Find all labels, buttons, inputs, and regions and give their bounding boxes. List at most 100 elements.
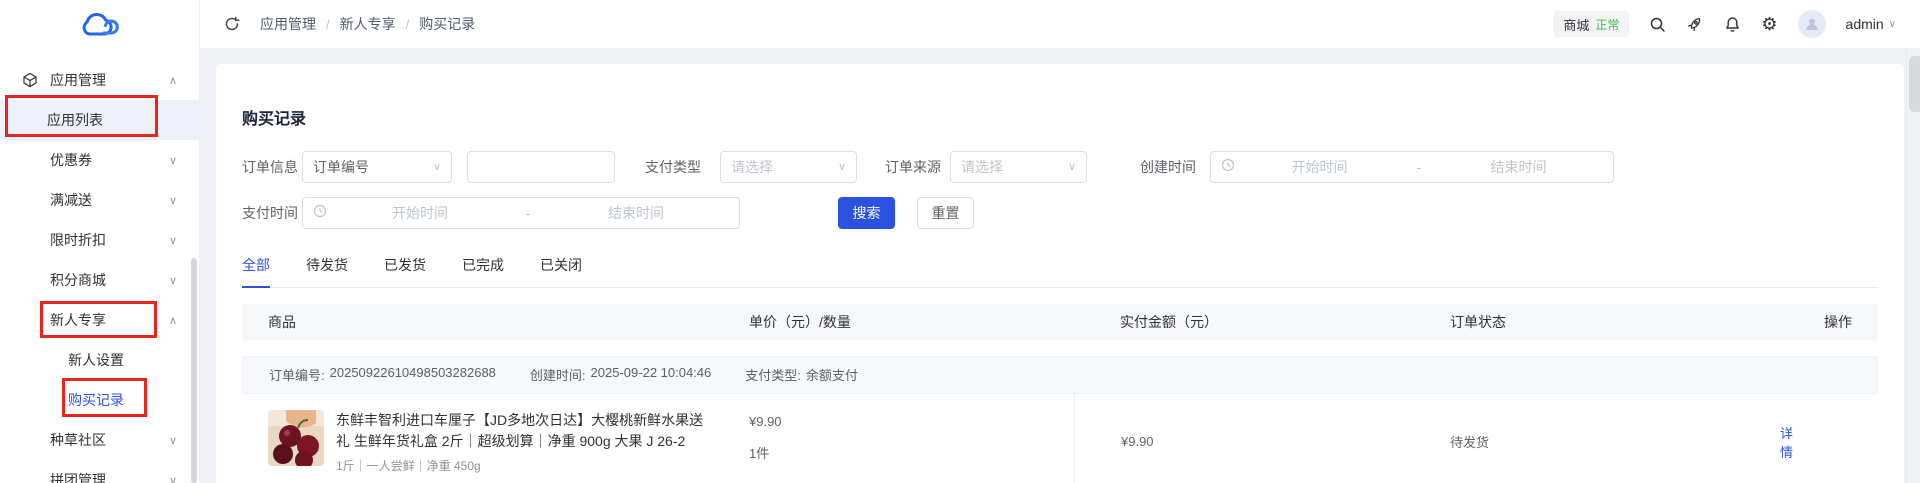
sidebar-item-group-buy[interactable]: 拼团管理 ∨	[0, 460, 199, 483]
content-card: 购买记录 订单信息 订单编号 ∨ 支付类型 请选择 ∨ 订单来源 请选择 ∨ 创…	[216, 64, 1904, 483]
column-order-status: 订单状态	[1450, 312, 1780, 332]
sidebar-item-full-discount[interactable]: 满减送 ∨	[0, 180, 199, 220]
shop-name: 商城	[1563, 15, 1589, 34]
sidebar-item-label: 限时折扣	[50, 230, 106, 250]
chevron-down-icon: ∨	[169, 234, 177, 247]
shop-status-badge[interactable]: 商城 正常	[1553, 11, 1629, 37]
sidebar-item-coupons[interactable]: 优惠券 ∨	[0, 140, 199, 180]
order-keyword-input[interactable]	[467, 151, 615, 183]
chevron-down-icon: ∨	[169, 274, 177, 287]
tab-shipped[interactable]: 已发货	[384, 255, 426, 287]
sidebar-item-flash-sale[interactable]: 限时折扣 ∨	[0, 220, 199, 260]
unit-price: ¥9.90	[749, 414, 1074, 429]
sidebar-item-label: 满减送	[50, 190, 92, 210]
tab-to-ship[interactable]: 待发货	[306, 255, 348, 287]
sidebar-item-purchase-records[interactable]: 购买记录	[0, 380, 199, 420]
sidebar-item-community[interactable]: 种草社区 ∨	[0, 420, 199, 460]
create-time-range-picker[interactable]: 开始时间 - 结束时间	[1210, 151, 1614, 183]
order-source-select[interactable]: 请选择 ∨	[950, 151, 1087, 183]
gear-icon[interactable]: ⚙	[1761, 15, 1777, 33]
sidebar: 应用管理 ∧ 应用列表 优惠券 ∨ 满减送 ∨ 限时折扣 ∨ 积分商城 ∨	[0, 0, 200, 483]
clock-icon	[313, 204, 327, 221]
status-badge: 正常	[1595, 16, 1619, 33]
tab-completed[interactable]: 已完成	[462, 255, 504, 287]
end-time-placeholder: 结束时间	[1434, 157, 1603, 177]
order-status-cell: 待发货	[1450, 394, 1780, 483]
select-placeholder: 请选择	[961, 157, 1003, 177]
screen: 应用管理 ∧ 应用列表 优惠券 ∨ 满减送 ∨ 限时折扣 ∨ 积分商城 ∨	[0, 0, 1920, 483]
column-unit-price-qty: 单价（元）/数量	[749, 312, 1074, 332]
chevron-down-icon: ∨	[838, 160, 846, 173]
sidebar-item-app-list[interactable]: 应用列表	[0, 100, 199, 140]
product-cell: 东鲜丰智利进口车厘子【JD多地次日达】大樱桃新鲜水果送礼 生鲜年货礼盒 2斤｜超…	[268, 394, 749, 483]
search-icon[interactable]	[1649, 16, 1666, 33]
order-info-type-select[interactable]: 订单编号 ∨	[302, 151, 452, 183]
logo[interactable]	[0, 0, 199, 54]
quantity: 1件	[749, 443, 1074, 462]
column-paid-amount: 实付金额（元）	[1074, 312, 1450, 332]
breadcrumb-separator: /	[326, 17, 330, 32]
clock-icon	[1221, 158, 1235, 175]
order-no-label: 订单编号:	[269, 365, 325, 384]
tab-all[interactable]: 全部	[242, 255, 270, 287]
created-label: 创建时间:	[530, 365, 586, 384]
rocket-icon[interactable]	[1686, 15, 1704, 33]
table-header: 商品 单价（元）/数量 实付金额（元） 订单状态 操作	[242, 304, 1878, 340]
product-spec: 1斤｜一人尝鲜｜净重 450g	[336, 457, 709, 474]
user-menu[interactable]: admin ∨	[1846, 16, 1896, 32]
sidebar-item-label: 种草社区	[50, 430, 106, 450]
sidebar-item-label: 新人设置	[68, 350, 124, 370]
tab-closed[interactable]: 已关闭	[540, 255, 582, 287]
column-actions: 操作	[1780, 312, 1878, 332]
page-scrollbar-thumb[interactable]	[1909, 56, 1920, 112]
sidebar-item-newcomer-settings[interactable]: 新人设置	[0, 340, 199, 380]
pay-type-meta-value: 余额支付	[806, 365, 858, 384]
unit-price-cell: ¥9.90 1件	[749, 394, 1074, 483]
breadcrumb: 应用管理 / 新人专享 / 购买记录	[260, 14, 475, 34]
avatar[interactable]	[1798, 10, 1826, 38]
sidebar-item-label: 购买记录	[68, 390, 124, 410]
product-title[interactable]: 东鲜丰智利进口车厘子【JD多地次日达】大樱桃新鲜水果送礼 生鲜年货礼盒 2斤｜超…	[336, 410, 709, 452]
actions-cell: 详情	[1780, 394, 1883, 483]
breadcrumb-item[interactable]: 新人专享	[340, 14, 396, 34]
sidebar-scrollbar[interactable]	[191, 258, 197, 483]
order-info-label: 订单信息	[242, 157, 302, 177]
sidebar-item-label: 应用管理	[50, 70, 106, 90]
detail-link[interactable]: 详情	[1780, 423, 1793, 461]
sidebar-item-label: 积分商城	[50, 270, 106, 290]
reset-button[interactable]: 重置	[917, 197, 974, 229]
pay-type-meta-label: 支付类型:	[745, 365, 801, 384]
product-image[interactable]	[268, 410, 324, 466]
sidebar-menu: 应用管理 ∧ 应用列表 优惠券 ∨ 满减送 ∨ 限时折扣 ∨ 积分商城 ∨	[0, 60, 199, 483]
create-time-label: 创建时间	[1140, 157, 1200, 177]
chevron-up-icon: ∧	[169, 314, 177, 327]
chevron-up-icon: ∧	[169, 74, 177, 87]
sidebar-item-points-mall[interactable]: 积分商城 ∨	[0, 260, 199, 300]
sidebar-item-newcomer[interactable]: 新人专享 ∧	[0, 300, 199, 340]
username: admin	[1846, 16, 1884, 32]
chevron-down-icon: ∨	[169, 154, 177, 167]
start-time-placeholder: 开始时间	[1235, 157, 1404, 177]
bell-icon[interactable]	[1724, 16, 1741, 33]
search-button[interactable]: 搜索	[838, 197, 895, 229]
range-separator: -	[1404, 159, 1434, 175]
chevron-down-icon: ∨	[169, 194, 177, 207]
paid-amount-cell: ¥9.90	[1074, 394, 1450, 483]
pay-time-label: 支付时间	[242, 203, 302, 223]
pay-time-range-picker[interactable]: 开始时间 - 结束时间	[302, 197, 740, 229]
order-source-label: 订单来源	[885, 157, 945, 177]
filter-row-2: 支付时间 开始时间 - 结束时间 搜索 重置	[242, 197, 1878, 229]
refresh-icon[interactable]	[224, 16, 240, 32]
topbar: 应用管理 / 新人专享 / 购买记录 商城 正常	[200, 0, 1920, 48]
created-value: 2025-09-22 10:04:46	[591, 365, 712, 384]
status-tabs: 全部 待发货 已发货 已完成 已关闭	[242, 255, 1878, 288]
breadcrumb-item[interactable]: 购买记录	[419, 14, 475, 34]
sidebar-item-app-management[interactable]: 应用管理 ∧	[0, 60, 199, 100]
breadcrumb-item[interactable]: 应用管理	[260, 14, 316, 34]
chevron-down-icon: ∨	[169, 474, 177, 483]
topbar-right: 商城 正常	[1553, 10, 1896, 38]
page-scrollbar[interactable]	[1906, 48, 1920, 483]
filter-row-1: 订单信息 订单编号 ∨ 支付类型 请选择 ∨ 订单来源 请选择 ∨ 创建时间 开…	[242, 151, 1878, 183]
order-no-value: 20250922610498503282688	[330, 365, 496, 384]
pay-type-select[interactable]: 请选择 ∨	[720, 151, 857, 183]
